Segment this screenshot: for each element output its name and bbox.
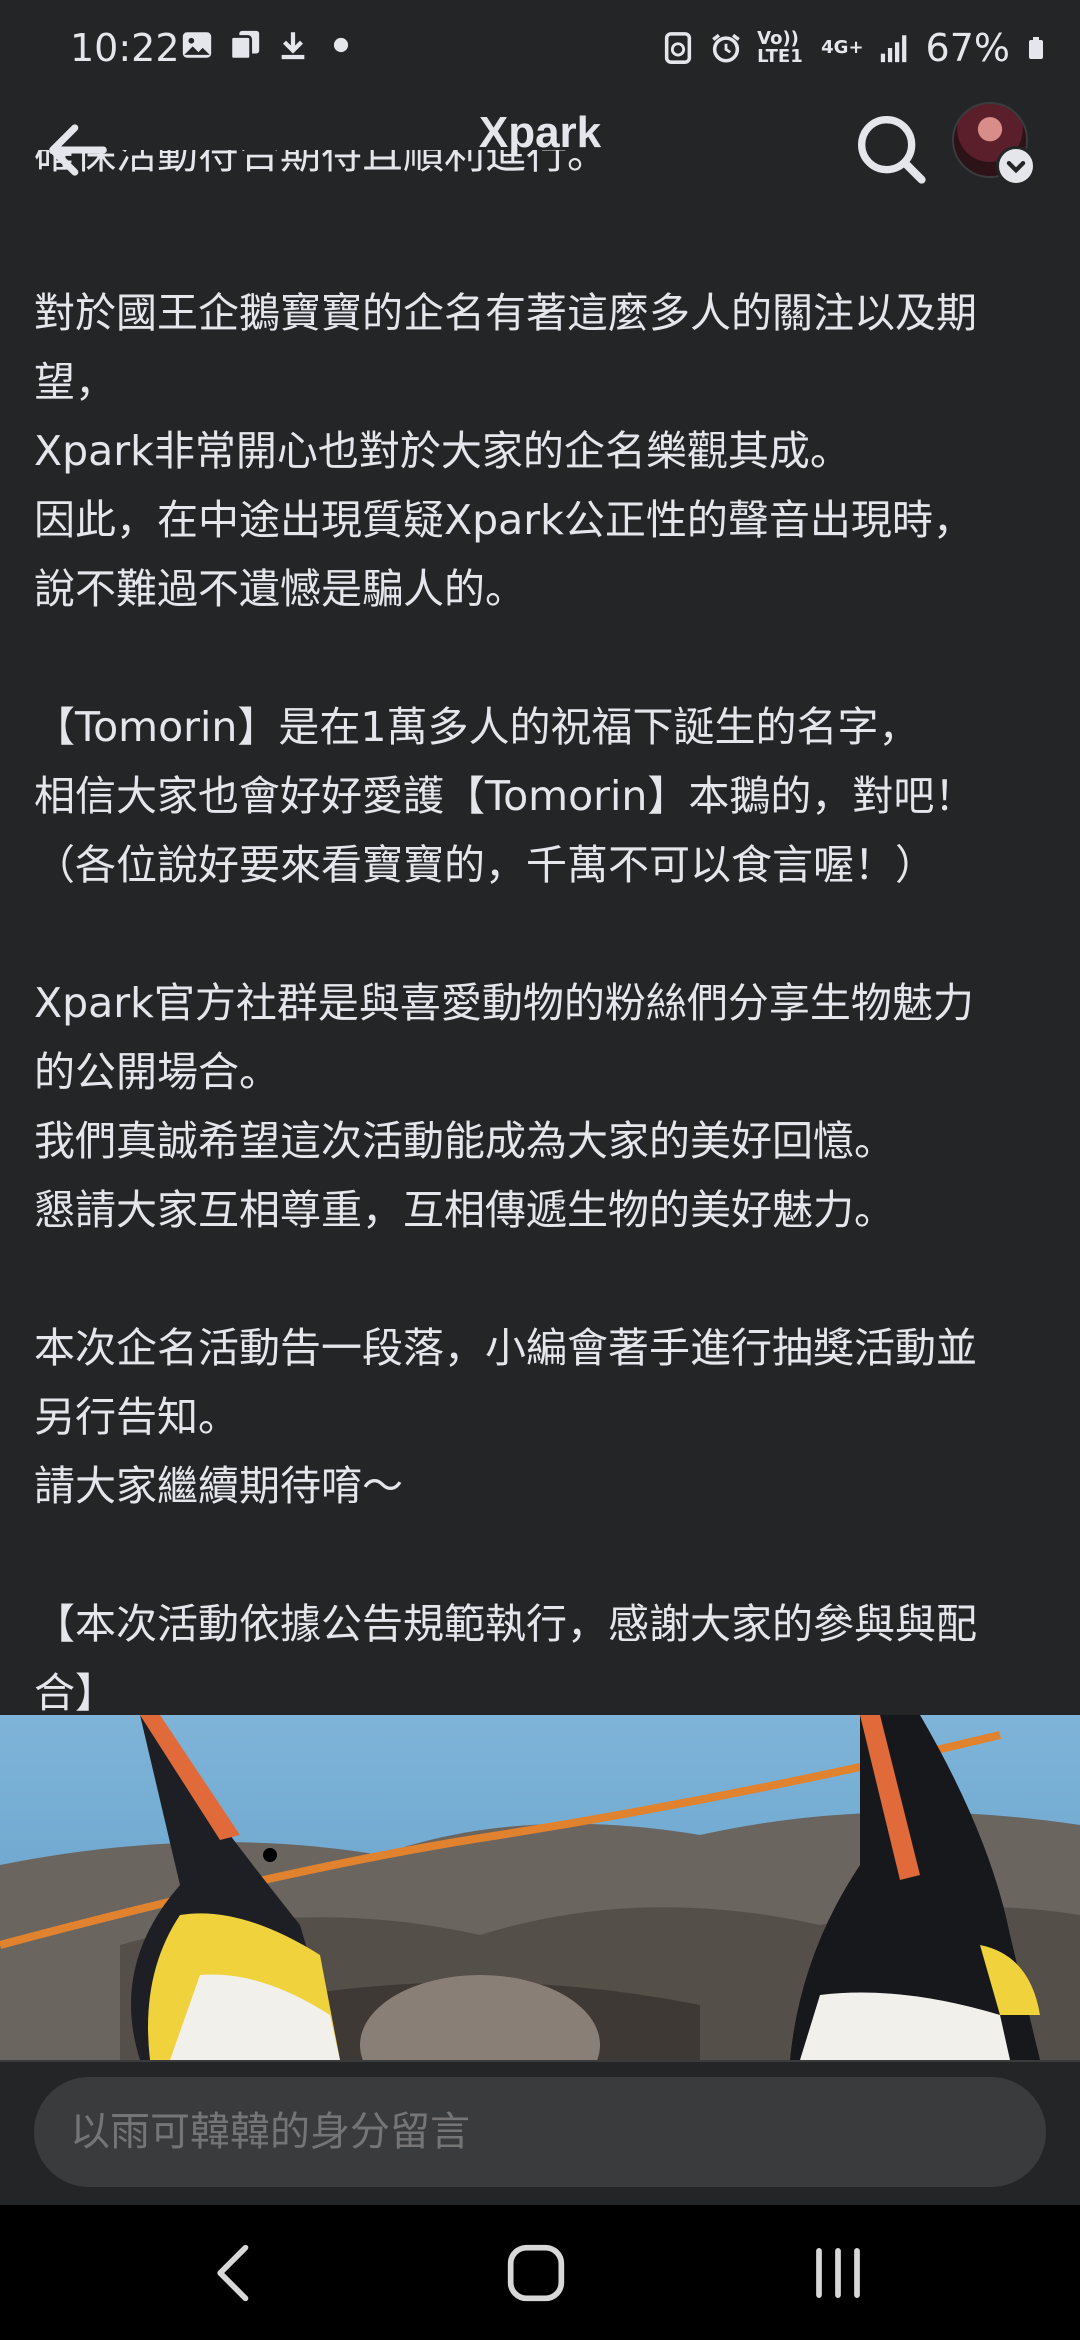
system-nav-bar (0, 2205, 1080, 2340)
battery-percent: 67% (925, 26, 1010, 70)
comment-input[interactable] (34, 2077, 1046, 2187)
post-line: 我們真誠希望這次活動能成為大家的美好回憶。 (34, 1117, 895, 1165)
download-icon (281, 32, 305, 60)
post-cut-line: 確保活動符合期待且順利進行。 (34, 150, 608, 178)
post-line: 望， (34, 358, 116, 406)
status-time: 10:22 (70, 26, 180, 70)
volte-label: Vo)) LTE1 (757, 28, 803, 67)
network-label: 4G+ (821, 37, 864, 58)
recycle-icon (665, 32, 692, 64)
post-line: 說不難過不遺憾是騙人的。 (34, 565, 526, 613)
status-right-icons: Vo)) LTE1 4G+ 67% (661, 26, 1048, 70)
dot-icon (333, 37, 349, 53)
post-line: 的公開場合。 (34, 1048, 280, 1096)
status-left-icons (180, 28, 358, 62)
comment-bar (0, 2060, 1080, 2207)
image-icon (182, 32, 212, 58)
post-line: Xpark非常開心也對於大家的企名樂觀其成。 (34, 427, 851, 475)
post-line: 【Tomorin】是在1萬多人的祝福下誕生的名字， (34, 703, 920, 751)
post-line: 對於國王企鵝寶寶的企名有著這麼多人的關注以及期 (34, 289, 977, 337)
post-line-blank (34, 900, 1046, 969)
post-line: Xpark官方社群是與喜愛動物的粉絲們分享生物魅力 (34, 979, 974, 1027)
nav-back-icon[interactable] (196, 2235, 276, 2311)
penguin-photo (0, 1715, 1080, 2060)
post-line-blank (34, 1521, 1046, 1590)
post-line: 請大家繼續期待唷～ (34, 1462, 403, 1510)
post-line: 因此，在中途出現質疑Xpark公正性的聲音出現時， (34, 496, 974, 544)
post-line: 懇請大家互相尊重，互相傳遞生物的美好魅力。 (34, 1186, 895, 1234)
status-bar: 10:22 Vo)) LTE1 4G+ 67% (0, 0, 1080, 96)
signal-icon (880, 35, 906, 63)
post-line: 另行告知。 (34, 1393, 239, 1441)
post-line: 相信大家也會好好愛護【Tomorin】本鵝的，對吧！ (34, 772, 976, 820)
post-line: 【本次活動依據公告規範執行，感謝大家的參與與配 (34, 1600, 977, 1648)
post-cut-line-wrap: 確保活動符合期待且順利進行。 (34, 150, 1046, 210)
post-line-blank (34, 1245, 1046, 1314)
nav-recents-icon[interactable] (798, 2235, 878, 2311)
post-line: 本次企名活動告一段落，小編會著手進行抽獎活動並 (34, 1324, 977, 1372)
battery-icon (1029, 37, 1043, 59)
post-line-blank (34, 624, 1046, 693)
post-line: （各位說好要來看寶寶的，千萬不可以食言喔！） (34, 841, 936, 889)
alarm-icon (712, 33, 740, 63)
copy-icon (229, 30, 260, 61)
post-photo[interactable] (0, 1715, 1080, 2060)
post-body: 確保活動符合期待且順利進行。 對於國王企鵝寶寶的企名有著這麼多人的關注以及期 望… (34, 150, 1046, 1728)
nav-home-icon[interactable] (496, 2235, 576, 2311)
